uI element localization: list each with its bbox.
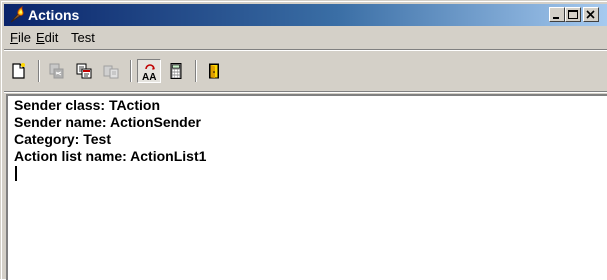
copy-button[interactable] — [72, 59, 96, 83]
paste-button[interactable] — [99, 59, 123, 83]
log-line: Category: Test — [14, 131, 111, 147]
new-button[interactable] — [7, 59, 31, 83]
maximize-icon — [568, 10, 578, 19]
text-caret — [15, 166, 17, 181]
exit-door-icon — [209, 63, 219, 79]
menu-test[interactable]: Test — [71, 30, 95, 46]
toolbar-separator — [130, 60, 132, 82]
toolbar-separator — [195, 60, 197, 82]
actions-window: Actions File Edit Test AA Sender class: … — [0, 0, 607, 280]
cut-icon — [49, 63, 64, 79]
menu-edit-accel: E — [36, 30, 45, 45]
cut-button[interactable] — [45, 59, 69, 83]
new-document-icon — [12, 63, 25, 79]
svg-text:AA: AA — [142, 72, 156, 81]
toolbar: AA — [4, 53, 607, 91]
maximize-button[interactable] — [565, 7, 581, 22]
exit-button[interactable] — [202, 59, 226, 83]
copy-icon — [76, 63, 92, 79]
menu-file-accel: F — [10, 30, 18, 45]
minimize-button[interactable] — [549, 7, 565, 22]
log-line: Sender name: ActionSender — [14, 114, 201, 130]
log-line: Action list name: ActionList1 — [14, 148, 207, 164]
minimize-icon — [553, 17, 559, 19]
menu-edit[interactable]: Edit — [36, 30, 58, 46]
log-line: Sender class: TAction — [14, 97, 161, 113]
menu-toolbar-divider — [4, 49, 607, 51]
close-icon — [586, 10, 595, 19]
menu-edit-label: dit — [44, 30, 59, 45]
log-memo[interactable]: Sender class: TAction Sender name: Actio… — [6, 94, 607, 280]
calculator-button[interactable] — [164, 59, 188, 83]
font-aa-icon: AA — [142, 64, 156, 81]
toolbar-bottom-divider — [4, 91, 607, 93]
close-button[interactable] — [583, 7, 599, 22]
title-bar[interactable]: Actions — [4, 4, 607, 26]
window-title: Actions — [28, 7, 80, 23]
font-button[interactable]: AA — [137, 59, 161, 83]
menu-file[interactable]: File — [10, 30, 31, 46]
menu-bar: File Edit Test — [4, 28, 607, 48]
torch-icon — [10, 6, 24, 23]
toolbar-separator — [38, 60, 40, 82]
menu-file-label: ile — [17, 30, 31, 45]
paste-icon — [103, 65, 119, 79]
calculator-icon — [170, 63, 182, 79]
